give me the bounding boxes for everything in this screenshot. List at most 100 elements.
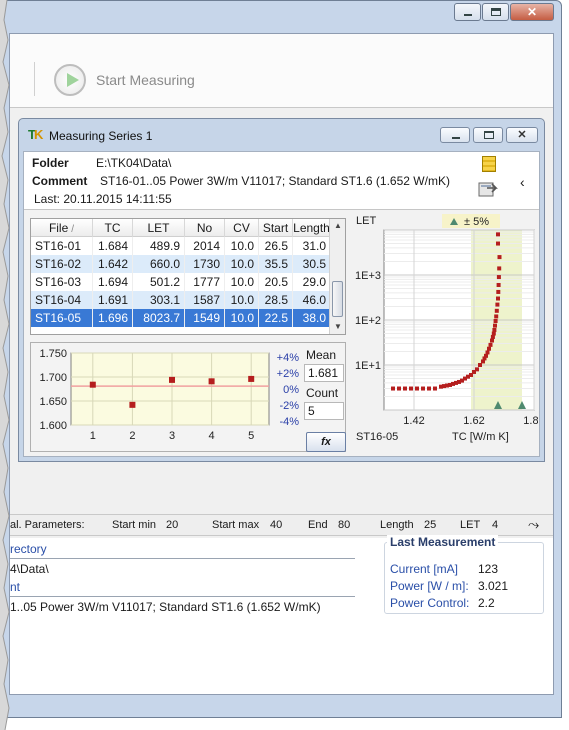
column-header-file[interactable]: File /: [31, 219, 93, 237]
x-tick-label: 5: [248, 430, 254, 442]
data-point: [495, 302, 500, 307]
table-cell-cv: 10.0: [225, 237, 259, 255]
table-row[interactable]: ST16-04 1.691 303.1 1587 10.0 28.5 46.0: [31, 291, 345, 309]
data-point: [493, 319, 498, 324]
folder-value: E:\TK04\Data\: [96, 156, 172, 170]
table-cell-start: 35.5: [259, 255, 293, 273]
minimize-button[interactable]: [454, 3, 481, 21]
column-header-start[interactable]: Start: [259, 219, 293, 237]
browse-folder-icon[interactable]: [482, 156, 496, 172]
chart-footer-label: ST16-05: [356, 431, 398, 443]
scroll-down-icon[interactable]: ▼: [330, 320, 345, 334]
data-point: [490, 338, 494, 343]
right-axis-tick: +2%: [277, 368, 300, 380]
tc-variation-svg: 1 2 3 4 5 1.750 1.700 1.650 1.600 +4% +2% 0% -2% -4%: [39, 348, 300, 442]
table-cell-let: 501.2: [133, 273, 185, 291]
column-header-no[interactable]: No: [185, 219, 225, 237]
export-icon[interactable]: [478, 180, 498, 198]
table-cell-length: 38.0: [293, 309, 331, 327]
close-button[interactable]: ✕: [510, 3, 554, 21]
data-point: [427, 386, 431, 391]
y-tick-label: 1.750: [39, 348, 67, 360]
data-point: [497, 266, 502, 271]
series-restore-button[interactable]: [473, 127, 503, 143]
y-tick-label: 1.600: [39, 420, 67, 432]
let-label: LET: [460, 519, 481, 531]
statistics-function-button[interactable]: fx: [306, 432, 346, 452]
x-tick-label: 3: [169, 430, 175, 442]
table-header: File / TC LET No CV Start Length: [31, 219, 345, 237]
series-client-area: Folder E:\TK04\Data\ Comment ST16-01..05…: [23, 151, 545, 457]
column-header-tc[interactable]: TC: [93, 219, 133, 237]
table-cell-start: 22.5: [259, 309, 293, 327]
table-body: ST16-01 1.684 489.9 2014 10.0 26.5 31.0 ST16-02…: [31, 237, 345, 327]
y-tick-label: 1E+1: [355, 360, 381, 372]
series-window-title: Measuring Series 1: [49, 129, 153, 143]
toolbar: Start Measuring: [10, 34, 553, 108]
column-header-cv[interactable]: CV: [225, 219, 259, 237]
data-point: [478, 363, 482, 367]
data-point: [496, 232, 500, 237]
maximize-icon: [491, 8, 501, 16]
comment-label: Comment: [32, 174, 88, 188]
scroll-up-icon[interactable]: ▲: [330, 219, 345, 233]
maximize-button[interactable]: [482, 3, 509, 21]
start-min-label: Start min: [112, 519, 157, 531]
data-point: [494, 308, 499, 313]
table-cell-no: 1549: [185, 309, 225, 327]
column-header-let[interactable]: LET: [133, 219, 185, 237]
table-cell-tc: 1.642: [93, 255, 133, 273]
length-value: 25: [424, 519, 437, 531]
table-cell-tc: 1.691: [93, 291, 133, 309]
column-header-label: File: [48, 220, 69, 235]
data-point: [248, 375, 255, 382]
table-row[interactable]: ST16-05 1.696 8023.7 1549 10.0 22.5 38.0: [31, 309, 345, 327]
table-row[interactable]: ST16-01 1.684 489.9 2014 10.0 26.5 31.0: [31, 237, 345, 255]
x-axis-title: TC [W/m K]: [452, 431, 509, 443]
start-measuring-label: Start Measuring: [96, 72, 195, 88]
x-tick-label: 1: [90, 430, 96, 442]
series-info-panel: Folder E:\TK04\Data\ Comment ST16-01..05…: [24, 152, 539, 210]
current-label: Current [mA]: [390, 562, 459, 576]
x-tick-label: 1.42: [403, 415, 424, 427]
column-header-length[interactable]: Length: [293, 219, 331, 237]
data-point: [89, 381, 96, 388]
right-axis-tick: -2%: [279, 400, 299, 412]
evaluation-parameters-bar: al. Parameters: Start min 20 Start max 4…: [10, 514, 553, 536]
table-cell-length: 31.0: [293, 237, 331, 255]
start-measuring-button[interactable]: Start Measuring: [54, 62, 195, 98]
y-tick-label: 1E+3: [355, 270, 381, 282]
table-row[interactable]: ST16-02 1.642 660.0 1730 10.0 35.5 30.5: [31, 255, 345, 273]
data-point: [403, 386, 407, 391]
table-cell-no: 1730: [185, 255, 225, 273]
table-scrollbar[interactable]: ▲ ▼: [329, 219, 345, 334]
table-cell-let: 660.0: [133, 255, 185, 273]
series-close-button[interactable]: ✕: [506, 127, 538, 143]
data-point: [496, 296, 500, 301]
table-row[interactable]: ST16-03 1.694 501.2 1777 10.0 20.5 29.0: [31, 273, 345, 291]
series-window-controls: ✕: [437, 127, 538, 143]
comment-value: 1..05 Power 3W/m V11017; Standard ST1.6 …: [10, 600, 321, 614]
minimize-icon: [452, 137, 460, 139]
last-timestamp: Last: 20.11.2015 14:11:55: [34, 192, 172, 206]
results-table: File / TC LET No CV Start Length ST16-01 1…: [30, 218, 346, 335]
series-minimize-button[interactable]: [440, 127, 470, 143]
close-icon: ✕: [517, 129, 527, 141]
y-tick-label: 1E+2: [355, 315, 381, 327]
comment-value: ST16-01..05 Power 3W/m V11017; Standard …: [100, 174, 450, 188]
table-cell-file: ST16-02: [31, 255, 93, 273]
table-cell-cv: 10.0: [225, 309, 259, 327]
power-control-label: Power Control:: [390, 596, 470, 610]
window-controls: ✕: [453, 3, 554, 21]
mean-value: 1.681: [304, 364, 344, 382]
scroll-thumb[interactable]: [332, 281, 343, 317]
measuring-series-window: TK Measuring Series 1 ✕ Folder E:\TK04\D…: [18, 118, 545, 462]
table-cell-start: 28.5: [259, 291, 293, 309]
table-cell-file: ST16-04: [31, 291, 93, 309]
signal-icon[interactable]: ⤳: [528, 516, 539, 533]
count-label: Count: [306, 386, 339, 400]
collapse-panel-icon[interactable]: ‹: [520, 174, 525, 190]
close-icon: ✕: [526, 5, 538, 19]
x-tick-label: 2: [129, 430, 135, 442]
fx-icon: fx: [321, 436, 331, 448]
